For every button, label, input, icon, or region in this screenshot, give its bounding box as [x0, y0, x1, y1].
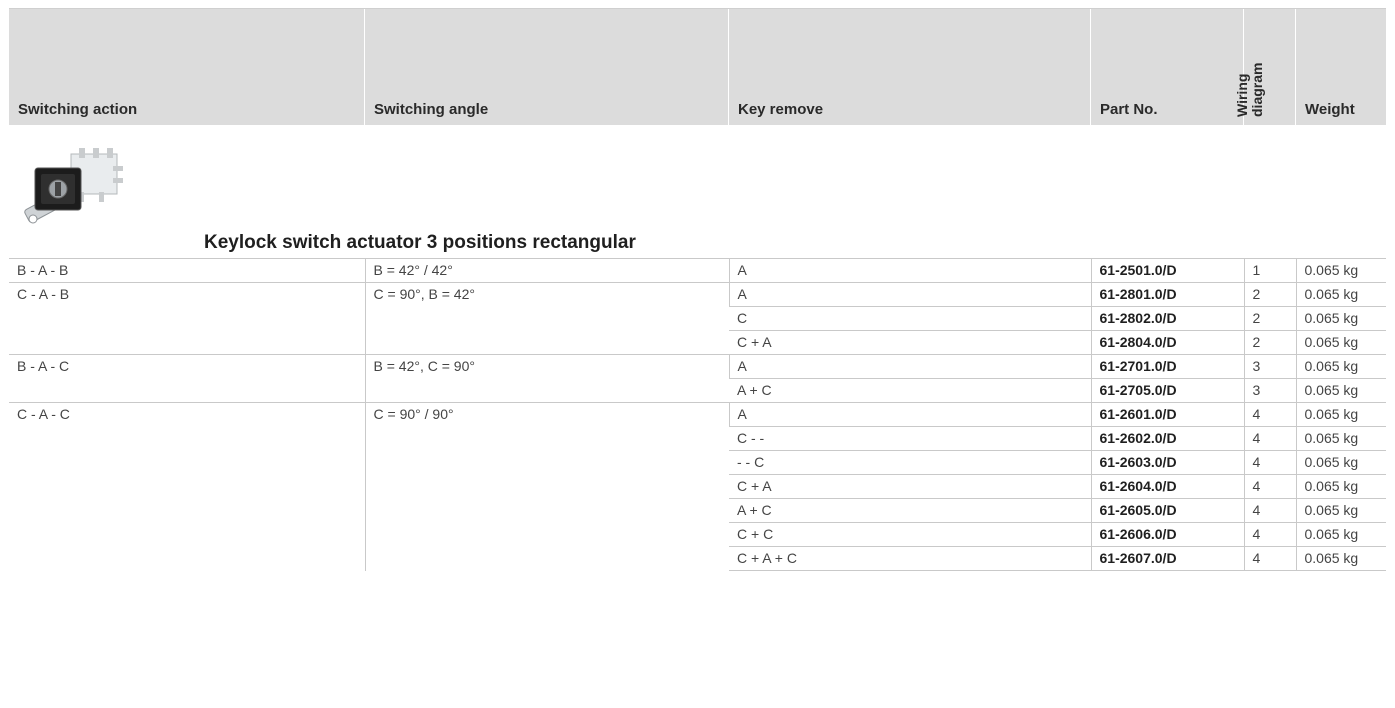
cell-wiring: 4 [1243, 426, 1296, 451]
cell-wiring: 4 [1243, 546, 1296, 571]
cell-key: C + C [729, 522, 1091, 547]
table-header: Switching action Switching angle Key rem… [9, 8, 1386, 125]
header-key-remove: Key remove [729, 9, 1091, 125]
cell-wiring: 4 [1243, 474, 1296, 499]
cell-weight: 0.065 kg [1295, 354, 1386, 379]
cell-wiring: 4 [1243, 450, 1296, 475]
cell-weight: 0.065 kg [1295, 474, 1386, 499]
cell-action: C - A - C [9, 402, 365, 571]
cell-part: 61-2501.0/D [1090, 258, 1244, 283]
cell-weight: 0.065 kg [1295, 282, 1386, 307]
cell-part: 61-2605.0/D [1090, 498, 1244, 523]
cell-weight: 0.065 kg [1295, 258, 1386, 283]
cell-key: A [728, 258, 1091, 283]
cell-key: C + A + C [729, 546, 1091, 571]
table-row: B - A - CB = 42°, C = 90° A 61-2701.0/D 3 0.… [9, 354, 1386, 403]
table-row: C - A - CC = 90° / 90° A 61-2601.0/D 4 0.065… [9, 402, 1386, 571]
cell-action: C - A - B [9, 282, 365, 355]
table-body: B - A - BB = 42° / 42° A 61-2501.0/D 1 0.065… [9, 258, 1386, 571]
cell-weight: 0.065 kg [1295, 330, 1386, 355]
cell-key: A [728, 402, 1091, 427]
cell-weight: 0.065 kg [1295, 546, 1386, 571]
cell-wiring: 3 [1243, 378, 1296, 403]
cell-wiring: 3 [1243, 354, 1296, 379]
cell-key: C [729, 306, 1091, 331]
product-section: Keylock switch actuator 3 positions rect… [9, 124, 1386, 259]
table-row: B - A - BB = 42° / 42° A 61-2501.0/D 1 0.065… [9, 258, 1386, 283]
cell-part: 61-2606.0/D [1090, 522, 1244, 547]
header-label: Switching action [18, 101, 138, 118]
header-switching-action: Switching action [9, 9, 365, 125]
header-label: Wiring diagram [1234, 62, 1265, 117]
table-row: C - A - BC = 90°, B = 42° A 61-2801.0/D 2 0.… [9, 282, 1386, 355]
cell-angle: C = 90°, B = 42° [364, 282, 729, 355]
keylock-switch-photo [24, 148, 123, 224]
cell-angle: C = 90° / 90° [364, 402, 729, 571]
cell-action: B - A - B [9, 258, 365, 283]
cell-angle: B = 42°, C = 90° [364, 354, 729, 403]
cell-key: C - - [729, 426, 1091, 451]
cell-wiring: 4 [1243, 402, 1296, 427]
cell-weight: 0.065 kg [1295, 498, 1386, 523]
product-table: Switching action Switching angle Key rem… [9, 8, 1386, 708]
header-label: Key remove [738, 101, 824, 118]
header-switching-angle: Switching angle [365, 9, 729, 125]
cell-key: - - C [729, 450, 1091, 475]
cell-key: C + A [729, 330, 1091, 355]
cell-wiring: 4 [1243, 498, 1296, 523]
cell-weight: 0.065 kg [1295, 522, 1386, 547]
header-label: Weight [1305, 101, 1355, 118]
cell-wiring: 2 [1243, 330, 1296, 355]
cell-part: 61-2701.0/D [1090, 354, 1244, 379]
cell-part: 61-2601.0/D [1090, 402, 1244, 427]
cell-key: C + A [729, 474, 1091, 499]
cell-part: 61-2607.0/D [1090, 546, 1244, 571]
cell-wiring: 4 [1243, 522, 1296, 547]
cell-action: B - A - C [9, 354, 365, 403]
header-weight: Weight [1296, 9, 1386, 125]
cell-wiring: 2 [1243, 282, 1296, 307]
cell-key: A + C [729, 378, 1091, 403]
cell-part: 61-2604.0/D [1090, 474, 1244, 499]
cell-weight: 0.065 kg [1295, 306, 1386, 331]
cell-part: 61-2603.0/D [1090, 450, 1244, 475]
cell-key: A + C [729, 498, 1091, 523]
data-table: B - A - BB = 42° / 42° A 61-2501.0/D 1 0.065… [9, 258, 1386, 571]
cell-key: A [728, 282, 1091, 307]
cell-wiring: 2 [1243, 306, 1296, 331]
header-label: Part No. [1100, 101, 1158, 118]
header-label: Switching angle [374, 101, 489, 118]
cell-part: 61-2602.0/D [1090, 426, 1244, 451]
cell-weight: 0.065 kg [1295, 450, 1386, 475]
cell-part: 61-2804.0/D [1090, 330, 1244, 355]
cell-part: 61-2802.0/D [1090, 306, 1244, 331]
cell-wiring: 1 [1243, 258, 1296, 283]
cell-angle: B = 42° / 42° [364, 258, 729, 283]
cell-weight: 0.065 kg [1295, 402, 1386, 427]
section-title: Keylock switch actuator 3 positions rect… [204, 232, 636, 253]
header-wiring-diagram: Wiring diagram [1234, 9, 1296, 125]
cell-part: 61-2705.0/D [1090, 378, 1244, 403]
header-part-no: Part No. [1091, 9, 1244, 125]
cell-weight: 0.065 kg [1295, 426, 1386, 451]
cell-weight: 0.065 kg [1295, 378, 1386, 403]
cell-key: A [728, 354, 1091, 379]
cell-part: 61-2801.0/D [1090, 282, 1244, 307]
